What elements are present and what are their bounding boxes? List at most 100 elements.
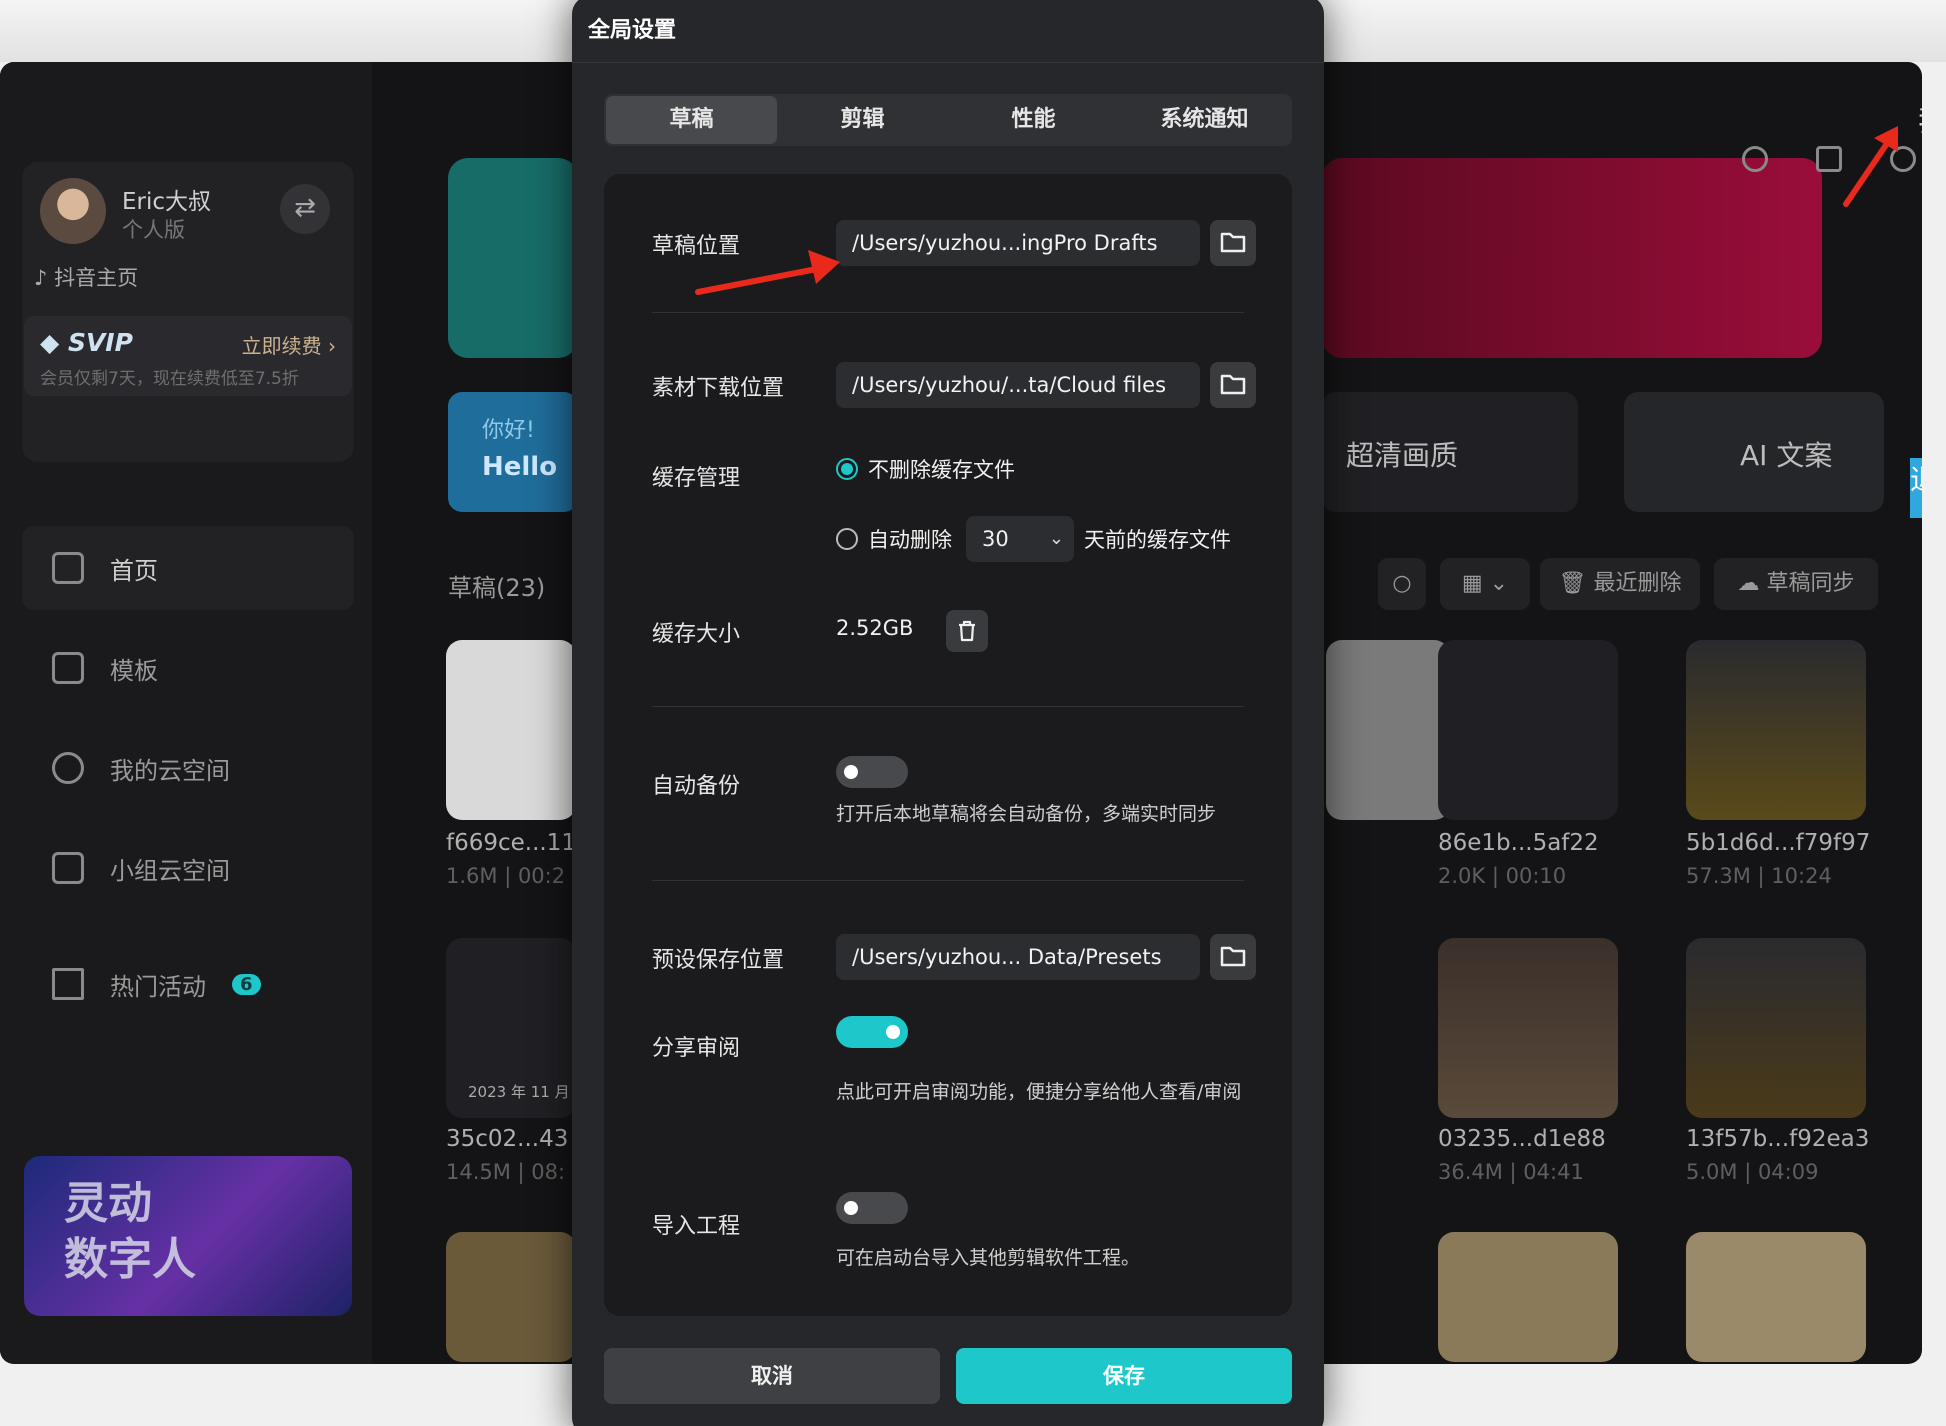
switch-account-button[interactable]: ⇄ — [280, 184, 330, 234]
draft-meta: 5.0M | 04:09 — [1686, 1160, 1819, 1184]
draft-thumbnail[interactable] — [1686, 640, 1866, 820]
tab-performance[interactable]: 性能 — [948, 96, 1119, 144]
settings-icon[interactable] — [1890, 146, 1916, 172]
sidebar-item-templates[interactable]: 模板 — [22, 626, 354, 710]
clear-cache-button[interactable] — [946, 610, 988, 652]
draft-location-field[interactable]: /Users/yuzhou...ingPro Drafts — [836, 220, 1200, 266]
cache-auto-delete-label[interactable]: 自动删除 — [868, 524, 952, 554]
events-count-badge: 6 — [232, 973, 261, 995]
banner-right[interactable] — [1322, 158, 1822, 358]
cancel-button[interactable]: 取消 — [604, 1348, 940, 1404]
download-location-field[interactable]: /Users/yuzhou/...ta/Cloud files — [836, 362, 1200, 408]
global-settings-dialog: 全局设置 草稿 剪辑 性能 系统通知 草稿位置 /Users/yuzhou...… — [572, 0, 1324, 1426]
draft-sync-label: 草稿同步 — [1766, 571, 1855, 596]
cloud-sync-icon: ☁ — [1737, 571, 1767, 596]
folder-icon — [1220, 232, 1246, 253]
share-review-hint: 点此可开启审阅功能，便捷分享给他人查看/审阅 — [836, 1081, 1242, 1103]
feature-label: AI 文案 — [1740, 439, 1833, 472]
side-tab-bottom[interactable]: 退 — [1910, 458, 1922, 518]
section-divider — [652, 706, 1244, 707]
cache-keep-radio[interactable] — [836, 458, 858, 480]
sidebar-item-group-cloud[interactable]: 小组云空间 — [22, 826, 354, 910]
draft-sync-button[interactable]: ☁ 草稿同步 — [1714, 558, 1878, 610]
draft-thumbnail[interactable] — [1438, 938, 1618, 1118]
folder-icon — [1220, 374, 1246, 395]
draft-thumbnail[interactable] — [446, 640, 576, 820]
douyin-link[interactable]: ♪ 抖音主页 — [34, 262, 138, 292]
draft-thumbnail[interactable] — [446, 1232, 576, 1362]
cache-days-select[interactable]: 30 ⌄ — [966, 516, 1074, 562]
draft-thumbnail[interactable] — [1326, 640, 1450, 820]
svip-text: SVIP — [67, 328, 133, 357]
drafts-count-title: 草稿(23) — [448, 574, 546, 602]
group-cloud-icon — [52, 852, 84, 884]
settings-tabs: 草稿 剪辑 性能 系统通知 — [604, 94, 1292, 146]
draft-thumbnail[interactable] — [1686, 1232, 1866, 1362]
hello-card-line1: 你好! — [482, 418, 535, 443]
cache-size-value: 2.52GB — [836, 616, 914, 640]
sidebar-item-my-cloud[interactable]: 我的云空间 — [22, 726, 354, 810]
svip-renew-label: 立即续费 — [241, 334, 322, 358]
template-icon — [52, 652, 84, 684]
preset-location-browse-button[interactable] — [1210, 934, 1256, 980]
home-icon — [52, 552, 84, 584]
auto-backup-toggle[interactable] — [836, 756, 908, 788]
draft-meta: 14.5M | 08: — [446, 1160, 566, 1184]
auto-backup-label: 自动备份 — [652, 774, 741, 799]
sidebar-item-label: 小组云空间 — [110, 856, 230, 885]
cache-days-value: 30 — [982, 527, 1009, 551]
draft-location-browse-button[interactable] — [1210, 220, 1256, 266]
cache-auto-delete-radio[interactable] — [836, 528, 858, 550]
svip-note: 会员仅剩7天，现在续费低至7.5折 — [40, 369, 299, 389]
help-icon[interactable] — [1742, 146, 1768, 172]
settings-panel: 草稿位置 /Users/yuzhou...ingPro Drafts 素材下载位… — [604, 174, 1292, 1316]
cache-keep-label[interactable]: 不删除缓存文件 — [868, 454, 1015, 484]
draft-name: 35c02...43 — [446, 1126, 569, 1152]
svip-banner[interactable]: ◆ SVIP 立即续费 › 会员仅剩7天，现在续费低至7.5折 — [24, 316, 352, 396]
tab-system-notifications[interactable]: 系统通知 — [1119, 96, 1290, 144]
feature-card-hd[interactable]: 超清画质 — [1322, 392, 1578, 512]
draft-thumbnail[interactable] — [1686, 938, 1866, 1118]
draft-thumbnail[interactable]: 2023 年 11 月 — [446, 938, 576, 1118]
avatar[interactable] — [40, 178, 106, 244]
draft-name: f669ce...11 — [446, 830, 576, 856]
user-edition: 个人版 — [122, 218, 185, 242]
tab-drafts[interactable]: 草稿 — [606, 96, 777, 144]
banner-left[interactable] — [448, 158, 578, 358]
download-location-label: 素材下载位置 — [652, 376, 785, 401]
recent-deleted-button[interactable]: 🗑 最近删除 — [1540, 558, 1700, 610]
chevron-down-icon: ⌄ — [1048, 528, 1064, 549]
search-button[interactable]: ○ — [1378, 558, 1426, 610]
preset-location-field[interactable]: /Users/yuzhou... Data/Presets — [836, 934, 1200, 980]
share-review-toggle[interactable] — [836, 1016, 908, 1048]
draft-thumbnail[interactable] — [1438, 640, 1618, 820]
top-icon-buttons — [1742, 146, 1916, 172]
search-icon: ○ — [1392, 571, 1412, 596]
import-project-hint: 可在启动台导入其他剪辑软件工程。 — [836, 1247, 1141, 1269]
feedback-icon[interactable] — [1816, 146, 1842, 172]
download-location-browse-button[interactable] — [1210, 362, 1256, 408]
side-tab-top[interactable]: 我 — [1918, 96, 1922, 140]
tab-editing[interactable]: 剪辑 — [777, 96, 948, 144]
save-button[interactable]: 保存 — [956, 1348, 1292, 1404]
draft-thumbnail[interactable] — [1438, 1232, 1618, 1362]
sidebar-item-home[interactable]: 首页 — [22, 526, 354, 610]
feature-card-ai-copy[interactable]: AI 文案 — [1624, 392, 1884, 512]
trash-icon: 🗑 — [1558, 571, 1594, 596]
draft-name: 86e1b...5af22 — [1438, 830, 1599, 856]
promo-line2: 数字人 — [64, 1234, 196, 1285]
view-mode-button[interactable]: ▦ ⌄ — [1440, 558, 1530, 610]
douyin-link-label: 抖音主页 — [54, 266, 139, 290]
import-project-toggle[interactable] — [836, 1192, 908, 1224]
feature-label: 超清画质 — [1346, 439, 1459, 472]
digital-human-promo[interactable]: 灵动 数字人 — [24, 1156, 352, 1316]
cloud-icon — [52, 752, 84, 784]
section-divider — [652, 880, 1244, 881]
auto-backup-hint: 打开后本地草稿将会自动备份，多端实时同步 — [836, 803, 1217, 825]
draft-meta: 57.3M | 10:24 — [1686, 864, 1832, 888]
cache-size-label: 缓存大小 — [652, 622, 741, 647]
preset-location-label: 预设保存位置 — [652, 948, 785, 973]
svip-renew-link[interactable]: 立即续费 › — [242, 330, 336, 359]
sidebar-item-events[interactable]: 热门活动 6 — [22, 942, 354, 1026]
import-project-label: 导入工程 — [652, 1214, 741, 1239]
